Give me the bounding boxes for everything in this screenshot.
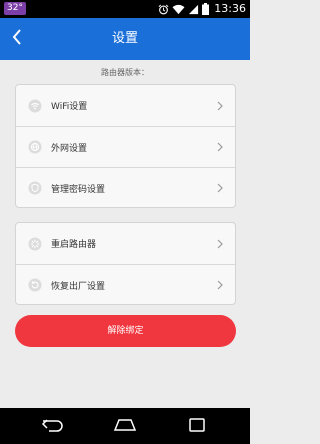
home-icon xyxy=(113,417,137,436)
nav-recent-apps-button[interactable] xyxy=(172,408,222,444)
unbind-button[interactable]: 解除绑定 xyxy=(15,315,236,347)
nav-back-button[interactable] xyxy=(28,408,78,444)
battery-icon xyxy=(202,3,210,15)
wan-settings-label: 外网设置 xyxy=(51,143,88,154)
status-bar: 32° 13:36 xyxy=(0,0,250,18)
page-title: 设置 xyxy=(111,31,138,46)
system-nav-bar xyxy=(0,408,250,444)
reset-icon xyxy=(28,278,42,292)
wifi-signal-icon xyxy=(172,4,185,15)
restart-icon xyxy=(28,237,42,251)
restart-router-row[interactable]: 重启路由器 xyxy=(16,223,235,264)
status-icons: 13:36 xyxy=(158,2,246,16)
back-arrow-icon xyxy=(41,417,65,436)
alarm-icon xyxy=(158,4,169,15)
chevron-right-icon xyxy=(215,238,225,250)
shield-icon xyxy=(28,181,42,195)
wifi-icon xyxy=(28,99,42,113)
wifi-settings-label: WiFi设置 xyxy=(51,102,88,112)
temperature-badge: 32° xyxy=(4,2,26,15)
admin-password-label: 管理密码设置 xyxy=(51,184,106,195)
router-version-label: 路由器版本： xyxy=(101,68,149,77)
settings-group-system: 重启路由器 恢复出厂设置 xyxy=(15,222,236,305)
chevron-right-icon xyxy=(215,279,225,291)
wan-settings-row[interactable]: 外网设置 xyxy=(16,126,235,167)
factory-reset-label: 恢复出厂设置 xyxy=(51,281,106,292)
admin-password-row[interactable]: 管理密码设置 xyxy=(16,167,235,208)
chevron-right-icon xyxy=(215,182,225,194)
cell-signal-icon xyxy=(188,4,199,15)
chevron-right-icon xyxy=(215,100,225,112)
chevron-right-icon xyxy=(215,141,225,153)
header-bar: 设置 xyxy=(0,18,250,60)
nav-home-button[interactable] xyxy=(100,408,150,444)
recent-apps-icon xyxy=(189,417,205,436)
clock: 13:36 xyxy=(214,2,246,15)
factory-reset-row[interactable]: 恢复出厂设置 xyxy=(16,264,235,305)
wifi-settings-row[interactable]: WiFi设置 xyxy=(16,85,235,126)
globe-icon xyxy=(28,140,42,154)
settings-group-network: WiFi设置 外网设置 管理密码设置 xyxy=(15,84,236,208)
restart-router-label: 重启路由器 xyxy=(51,240,97,250)
